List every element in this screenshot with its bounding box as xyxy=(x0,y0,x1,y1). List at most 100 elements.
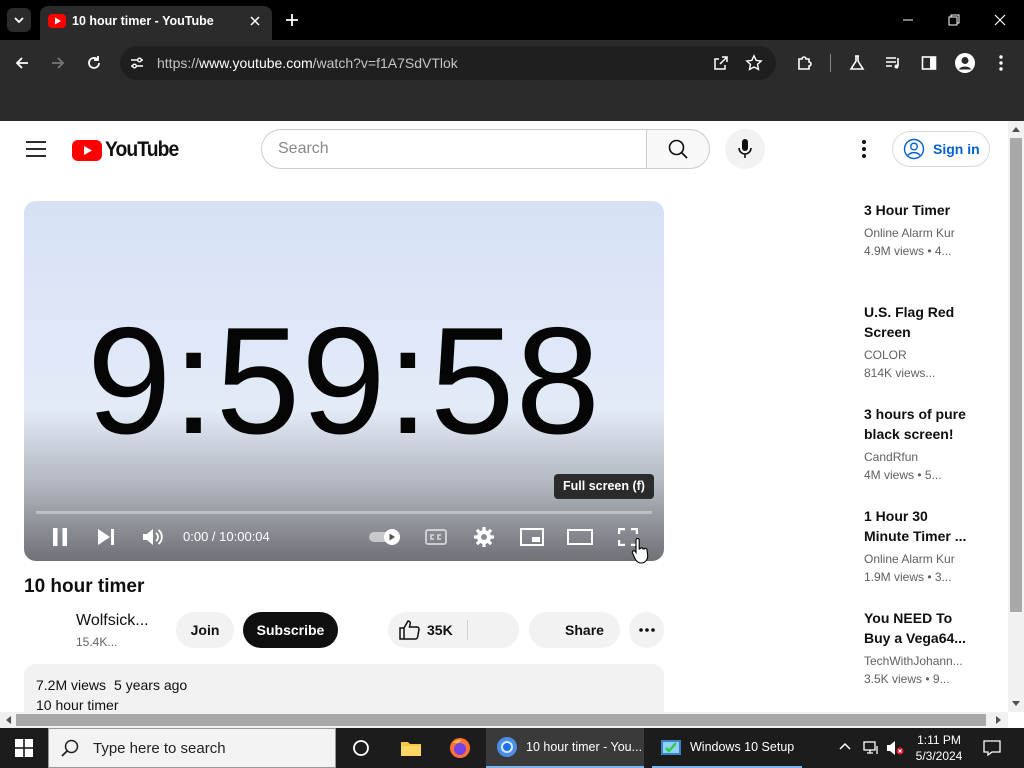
account-circle-icon xyxy=(903,138,925,160)
hamburger-menu-icon[interactable] xyxy=(26,141,46,157)
windows-taskbar: 10 hour timer - You... Windows 10 Setup … xyxy=(0,728,1024,768)
rec-meta: 4.9M views • 4... xyxy=(864,244,952,258)
progress-bar[interactable] xyxy=(36,511,652,514)
labs-flask-icon[interactable] xyxy=(846,52,868,74)
scroll-down-arrow-icon[interactable] xyxy=(1012,701,1020,707)
system-clock[interactable]: 1:11 PM 5/3/2024 xyxy=(908,732,970,764)
forward-arrow-icon[interactable] xyxy=(47,52,69,74)
browser-menu-icon[interactable] xyxy=(990,52,1012,74)
rec-title: 1 Hour 30 Minute Timer ... xyxy=(864,508,967,544)
pause-icon[interactable] xyxy=(48,525,72,549)
subscriber-count: 15.4K... xyxy=(76,635,118,649)
sign-in-label: Sign in xyxy=(933,141,980,157)
recommendation-item[interactable]: 3 hours of pure black screen! CandRfun 4… xyxy=(864,404,969,484)
search-box[interactable] xyxy=(261,129,647,169)
horizontal-scroll-thumb[interactable] xyxy=(16,714,986,726)
url-text: https://www.youtube.com/watch?v=f1A7SdVT… xyxy=(157,55,458,71)
share-button[interactable]: Share xyxy=(529,612,620,648)
clock-date: 5/3/2024 xyxy=(915,749,963,763)
search-button[interactable] xyxy=(646,129,710,169)
sign-in-button[interactable]: Sign in xyxy=(892,131,990,167)
rec-title: 3 Hour Timer xyxy=(864,202,951,218)
logo-wordmark: YouTube xyxy=(105,138,179,161)
browser-tab-active[interactable]: 10 hour timer - YouTube xyxy=(40,6,272,40)
taskbar-search-input[interactable] xyxy=(93,739,333,757)
media-queue-icon[interactable] xyxy=(882,52,904,74)
voice-search-button[interactable] xyxy=(725,129,765,169)
join-button[interactable]: Join xyxy=(176,612,234,648)
subscribe-button[interactable]: Subscribe xyxy=(243,612,338,648)
scroll-right-arrow-icon[interactable] xyxy=(996,716,1002,724)
task-view-button[interactable] xyxy=(344,728,378,768)
settings-more-icon[interactable] xyxy=(852,137,876,161)
rec-title: You NEED To Buy a Vega64... xyxy=(864,610,966,646)
tab-title: 10 hour timer - YouTube xyxy=(72,14,214,28)
share-label: Share xyxy=(565,622,604,638)
new-tab-plus-icon[interactable] xyxy=(282,10,302,30)
tab-close-icon[interactable] xyxy=(246,12,264,30)
video-player[interactable]: 9:59:58 Full screen (f) 0:00 / 10:00:04 xyxy=(24,201,664,561)
scroll-left-arrow-icon[interactable] xyxy=(5,716,11,724)
recommendation-item[interactable]: 3 Hour Timer Online Alarm Kur 4.9M views… xyxy=(864,200,969,260)
youtube-logo[interactable]: YouTube xyxy=(72,138,185,162)
taskbar-chrome-app[interactable]: 10 hour timer - You... xyxy=(486,728,644,768)
settings-gear-icon[interactable] xyxy=(472,525,496,549)
firefox-button[interactable] xyxy=(443,728,477,768)
rec-meta: 4M views • 5... xyxy=(864,468,942,482)
fullscreen-tooltip: Full screen (f) xyxy=(554,474,654,499)
minimize-icon[interactable] xyxy=(898,10,918,30)
tab-search-button[interactable] xyxy=(7,8,31,32)
address-bar[interactable]: https://www.youtube.com/watch?v=f1A7SdVT… xyxy=(120,46,776,80)
rec-title: 3 hours of pure black screen! xyxy=(864,406,966,442)
rec-meta: 1.9M views • 3... xyxy=(864,570,952,584)
site-info-icon[interactable] xyxy=(129,55,145,71)
volume-muted-icon[interactable] xyxy=(886,739,904,757)
miniplayer-icon[interactable] xyxy=(520,525,544,549)
bookmark-star-icon[interactable] xyxy=(745,54,763,72)
extensions-puzzle-icon[interactable] xyxy=(794,52,816,74)
autoplay-toggle[interactable] xyxy=(367,525,403,549)
like-thumb-icon[interactable] xyxy=(398,620,420,640)
reload-icon[interactable] xyxy=(83,52,105,74)
like-divider xyxy=(467,620,468,640)
recommendation-item[interactable]: U.S. Flag Red Screen COLOR 814K views... xyxy=(864,302,969,382)
recommendation-item[interactable]: You NEED To Buy a Vega64... TechWithJoha… xyxy=(864,608,969,688)
subtitles-icon[interactable] xyxy=(424,525,448,549)
dislike-button[interactable] xyxy=(469,612,519,648)
theater-mode-icon[interactable] xyxy=(567,525,593,549)
channel-name[interactable]: Wolfsick... xyxy=(76,612,149,630)
volume-icon[interactable] xyxy=(141,525,165,549)
profile-avatar-icon[interactable] xyxy=(954,52,976,74)
show-hidden-icons-chevron-icon[interactable] xyxy=(838,740,852,754)
network-icon[interactable] xyxy=(862,739,880,757)
folder-icon xyxy=(401,742,421,756)
window-close-icon[interactable] xyxy=(990,10,1010,30)
scroll-up-arrow-icon[interactable] xyxy=(1012,126,1020,132)
back-arrow-icon[interactable] xyxy=(11,52,33,74)
recommendation-item[interactable]: 1 Hour 30 Minute Timer ... Online Alarm … xyxy=(864,506,969,586)
chrome-icon xyxy=(497,737,517,757)
open-in-app-icon[interactable] xyxy=(713,55,729,71)
rec-channel: Online Alarm Kur xyxy=(864,552,955,566)
side-panel-icon[interactable] xyxy=(918,52,940,74)
restore-icon[interactable] xyxy=(944,10,964,30)
notifications-icon[interactable] xyxy=(982,738,1002,758)
taskbar-setup-app[interactable]: Windows 10 Setup xyxy=(652,728,802,768)
vertical-scroll-thumb[interactable] xyxy=(1010,138,1022,612)
youtube-play-logo-icon xyxy=(72,139,102,161)
rec-channel: COLOR xyxy=(864,348,907,362)
taskbar-search-box[interactable] xyxy=(48,728,336,768)
like-count[interactable]: 35K xyxy=(427,622,453,638)
view-count: 7.2M views xyxy=(36,677,107,693)
file-explorer-button[interactable] xyxy=(394,728,428,768)
youtube-page: YouTube Sign in 9:59:58 Full screen (f) xyxy=(0,121,1008,712)
rec-channel: Online Alarm Kur xyxy=(864,226,955,240)
next-video-icon[interactable] xyxy=(94,525,118,549)
description-box[interactable]: 7.2M views 5 years ago 10 hour timer xyxy=(24,664,664,712)
browser-tab-strip: 10 hour timer - YouTube xyxy=(0,0,1024,40)
more-actions-button[interactable] xyxy=(629,612,664,648)
clock-time: 1:11 PM xyxy=(917,733,961,747)
search-icon xyxy=(61,739,79,757)
search-input[interactable] xyxy=(278,130,638,168)
start-button[interactable] xyxy=(0,728,48,768)
